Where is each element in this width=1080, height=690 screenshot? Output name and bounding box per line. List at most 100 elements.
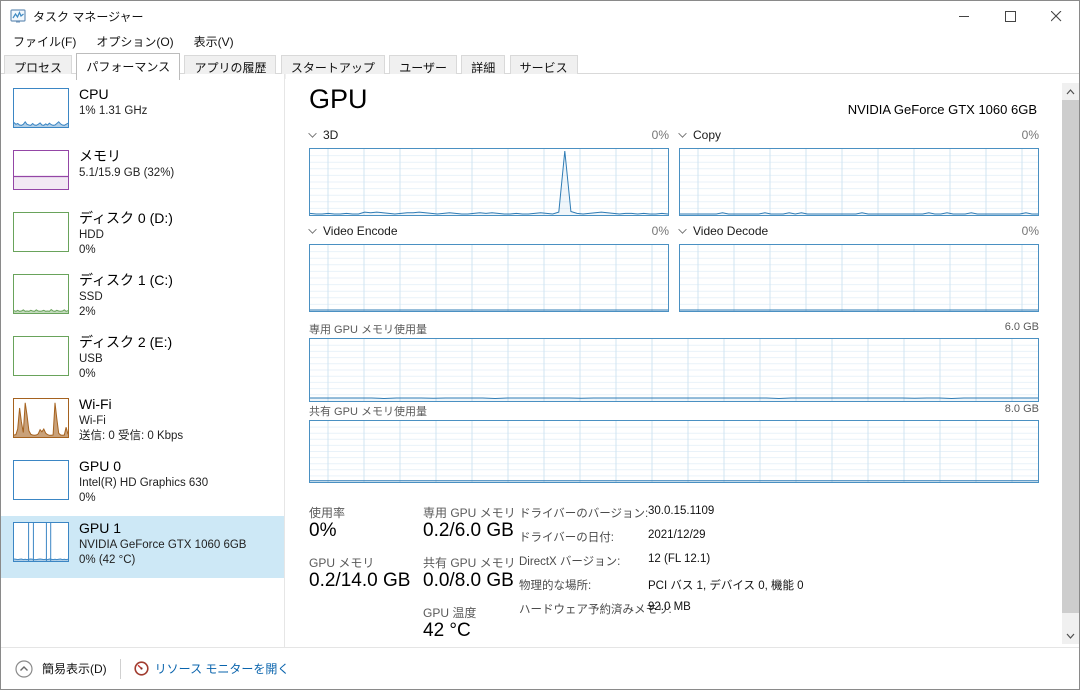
usage-label: 使用率: [309, 504, 345, 521]
directx-version-value: 12 (FL 12.1): [648, 553, 710, 565]
sidebar-item-wifi[interactable]: Wi-FiWi-Fi送信: 0 受信: 0 Kbps: [1, 392, 285, 454]
footer-divider: [120, 659, 121, 679]
chevron-up-icon: [1066, 89, 1075, 95]
usage-value: 0%: [309, 520, 336, 542]
chevron-down-icon: [678, 225, 686, 233]
sidebar-item-detail: 1% 1.31 GHz: [79, 104, 281, 119]
sidebar-item-detail: USB: [79, 352, 281, 367]
simple-view-toggle[interactable]: 簡易表示(D): [15, 660, 107, 678]
performance-sidebar: CPU1% 1.31 GHz メモリ5.1/15.9 GB (32%) ディスク…: [1, 74, 285, 647]
disk0-mini-chart: [13, 212, 69, 252]
sidebar-item-cpu[interactable]: CPU1% 1.31 GHz: [1, 82, 285, 144]
sidebar-item-detail: SSD: [79, 290, 281, 305]
scroll-up-button[interactable]: [1062, 83, 1079, 100]
close-icon: [1051, 11, 1062, 22]
footer: 簡易表示(D) リソース モニターを開く: [1, 647, 1079, 689]
driver-version-value: 30.0.15.1109: [648, 505, 714, 517]
directx-version-label: DirectX バージョン:: [519, 553, 620, 569]
sidebar-item-detail: 0%: [79, 243, 281, 258]
menu-view[interactable]: 表示(V): [184, 31, 244, 52]
app-icon: [10, 8, 26, 24]
sidebar-item-detail: NVIDIA GeForce GTX 1060 6GB: [79, 538, 281, 553]
gpu-memory-label: GPU メモリ: [309, 554, 374, 571]
dedicated-memory-max: 6.0 GB: [949, 321, 1039, 333]
sidebar-item-detail: 2%: [79, 305, 281, 320]
gpu-copy-chart[interactable]: [679, 148, 1039, 216]
scrollbar-thumb[interactable]: [1062, 100, 1079, 613]
sidebar-item-detail: Wi-Fi: [79, 414, 281, 429]
page-title: GPU: [309, 84, 368, 115]
sidebar-item-detail: Intel(R) HD Graphics 630: [79, 476, 281, 491]
chevron-up-circle-icon: [15, 660, 33, 678]
engine-label: Video Encode: [323, 224, 398, 238]
engine-label: Video Decode: [693, 224, 768, 238]
tab-bar: プロセス パフォーマンス アプリの履歴 スタートアップ ユーザー 詳細 サービス: [1, 51, 1079, 74]
close-button[interactable]: [1033, 1, 1079, 31]
physical-location-value: PCI バス 1, デバイス 0, 機能 0: [648, 577, 804, 593]
scroll-down-button[interactable]: [1062, 627, 1079, 644]
maximize-button[interactable]: [987, 1, 1033, 31]
gpu1-mini-chart: [13, 522, 69, 562]
temperature-value: 42 °C: [423, 620, 471, 642]
maximize-icon: [1005, 11, 1016, 22]
sidebar-item-title: Wi-Fi: [79, 394, 281, 414]
title-bar: タスク マネージャー: [1, 1, 1079, 31]
temperature-label: GPU 温度: [423, 604, 476, 621]
gpu-memory-value: 0.2/14.0 GB: [309, 570, 410, 592]
dedicated-memory-label: 専用 GPU メモリ: [423, 504, 516, 521]
hardware-reserved-memory-value: 92.0 MB: [648, 601, 691, 613]
chevron-down-icon: [1066, 633, 1075, 639]
sidebar-item-gpu0[interactable]: GPU 0Intel(R) HD Graphics 6300%: [1, 454, 285, 516]
resource-monitor-icon: [134, 661, 149, 676]
engine-percent: 0%: [589, 224, 669, 238]
driver-version-label: ドライバーのバージョン:: [519, 505, 648, 521]
driver-date-value: 2021/12/29: [648, 529, 706, 541]
menu-bar: ファイル(F) オプション(O) 表示(V): [1, 31, 1079, 51]
engine-selector-video-decode[interactable]: Video Decode: [679, 224, 768, 238]
sidebar-item-memory[interactable]: メモリ5.1/15.9 GB (32%): [1, 144, 285, 206]
gpu-video-encode-chart[interactable]: [309, 244, 669, 312]
window-controls: [941, 1, 1079, 31]
gpu-dedicated-memory-chart[interactable]: [309, 338, 1039, 402]
open-resource-monitor-label: リソース モニターを開く: [155, 660, 290, 677]
sidebar-item-title: ディスク 2 (E:): [79, 332, 281, 352]
sidebar-item-disk2[interactable]: ディスク 2 (E:)USB0%: [1, 330, 285, 392]
sidebar-item-title: ディスク 0 (D:): [79, 208, 281, 228]
shared-memory-max: 8.0 GB: [949, 403, 1039, 415]
driver-date-label: ドライバーの日付:: [519, 529, 614, 545]
tab-performance[interactable]: パフォーマンス: [76, 53, 180, 80]
minimize-icon: [959, 11, 970, 22]
vertical-scrollbar[interactable]: [1062, 83, 1079, 644]
sidebar-item-title: GPU 1: [79, 518, 281, 538]
menu-file[interactable]: ファイル(F): [3, 31, 86, 52]
chevron-down-icon: [308, 129, 316, 137]
gpu-3d-chart[interactable]: [309, 148, 669, 216]
shared-memory-value: 0.0/8.0 GB: [423, 570, 514, 592]
engine-selector-3d[interactable]: 3D: [309, 128, 338, 142]
engine-selector-copy[interactable]: Copy: [679, 128, 721, 142]
sidebar-item-detail: HDD: [79, 228, 281, 243]
sidebar-item-detail: 5.1/15.9 GB (32%): [79, 166, 281, 181]
sidebar-item-disk0[interactable]: ディスク 0 (D:)HDD0%: [1, 206, 285, 268]
dedicated-memory-chart-label: 専用 GPU メモリ使用量: [309, 321, 427, 337]
engine-percent: 0%: [959, 224, 1039, 238]
open-resource-monitor-link[interactable]: リソース モニターを開く: [134, 660, 290, 677]
minimize-button[interactable]: [941, 1, 987, 31]
chevron-down-icon: [678, 129, 686, 137]
gpu-shared-memory-chart[interactable]: [309, 420, 1039, 483]
shared-memory-label: 共有 GPU メモリ: [423, 554, 516, 571]
window-title: タスク マネージャー: [33, 8, 144, 25]
sidebar-item-disk1[interactable]: ディスク 1 (C:)SSD2%: [1, 268, 285, 330]
gpu-panel: GPU NVIDIA GeForce GTX 1060 6GB 3D 0% Co…: [286, 74, 1079, 647]
gpu0-mini-chart: [13, 460, 69, 500]
gpu-video-decode-chart[interactable]: [679, 244, 1039, 312]
wifi-mini-chart: [13, 398, 69, 438]
sidebar-item-title: ディスク 1 (C:): [79, 270, 281, 290]
engine-selector-video-encode[interactable]: Video Encode: [309, 224, 398, 238]
shared-memory-chart-label: 共有 GPU メモリ使用量: [309, 403, 427, 419]
sidebar-item-gpu1[interactable]: GPU 1NVIDIA GeForce GTX 1060 6GB0% (42 °…: [1, 516, 285, 578]
disk1-mini-chart: [13, 274, 69, 314]
sidebar-item-title: GPU 0: [79, 456, 281, 476]
sidebar-item-detail: 0%: [79, 491, 281, 506]
menu-options[interactable]: オプション(O): [86, 31, 183, 52]
